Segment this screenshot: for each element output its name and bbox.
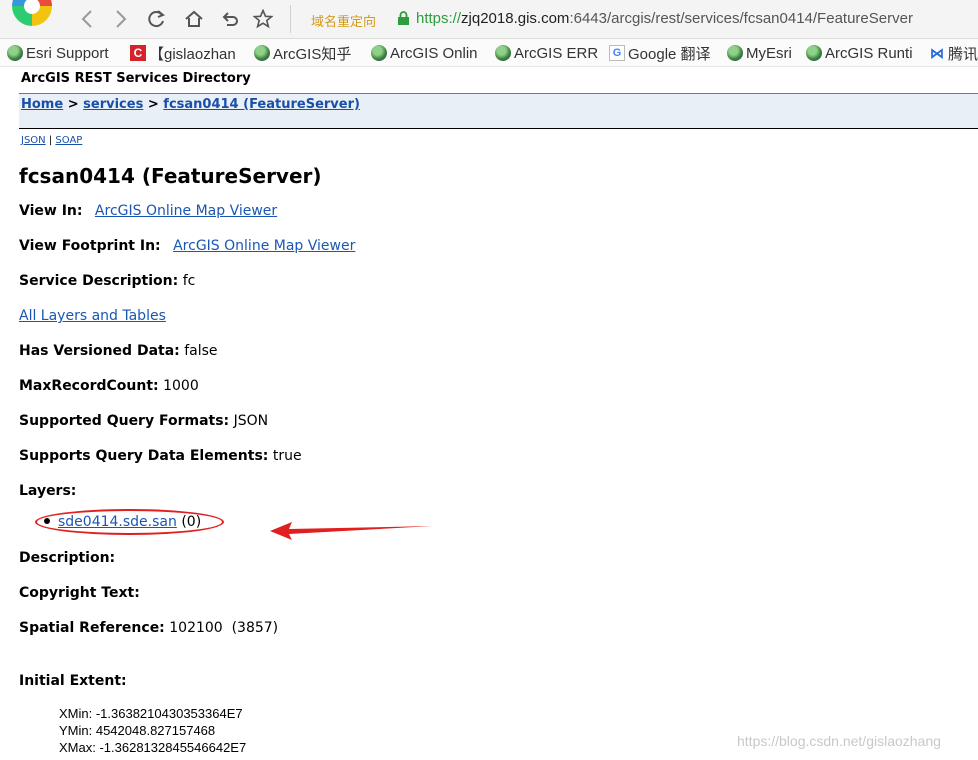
spatial-reference-label: Spatial Reference: [19,620,165,636]
layers-label: Layers: [19,483,77,499]
layer-list-item: sde0414.sde.san (0) [44,514,201,530]
initial-extent-row: Initial Extent: [19,673,127,689]
service-description-label: Service Description: [19,273,179,289]
bookmark-label: Esri Support [26,44,109,62]
url-path: :6443/arcgis/rest/services/fcsan0414/Fea… [569,10,913,27]
lock-icon[interactable] [397,11,410,30]
query-formats-label: Supported Query Formats: [19,413,230,429]
query-formats-row: Supported Query Formats: JSON [19,413,268,429]
spatial-reference-value: 102100 (3857) [169,620,279,636]
breadcrumb: Home > services > fcsan0414 (FeatureServ… [19,93,978,129]
initial-extent-label: Initial Extent: [19,673,127,689]
directory-title: ArcGIS REST Services Directory [21,71,251,86]
description-label: Description: [19,550,116,566]
has-versioned-row: Has Versioned Data: false [19,343,218,359]
bookmark-label: MyEsri [746,44,792,62]
globe-icon [7,45,23,61]
bookmark-label: ArcGIS知乎 [273,45,352,63]
globe-icon [727,45,743,61]
bookmark-label: ArcGIS Onlin [390,44,478,62]
bookmark-arcgis-runtime[interactable]: ArcGIS Runti [806,43,920,63]
csdn-icon: C [130,45,146,61]
bookmark-arcgis-online[interactable]: ArcGIS Onlin [371,43,483,63]
globe-icon [254,45,270,61]
view-footprint-map-viewer-link[interactable]: ArcGIS Online Map Viewer [173,238,355,254]
layer-link[interactable]: sde0414.sde.san [58,514,177,530]
has-versioned-label: Has Versioned Data: [19,343,180,359]
globe-icon [495,45,511,61]
back-icon[interactable] [74,6,100,32]
view-in-map-viewer-link[interactable]: ArcGIS Online Map Viewer [95,203,277,219]
bookmark-label: ArcGIS ERR [514,44,599,62]
globe-icon [806,45,822,61]
breadcrumb-separator: > [147,97,159,112]
forward-icon[interactable] [108,6,134,32]
json-link[interactable]: JSON [21,135,46,146]
breadcrumb-home-link[interactable]: Home [21,97,63,112]
query-elements-row: Supports Query Data Elements: true [19,448,302,464]
view-in-row: View In: ArcGIS Online Map Viewer [19,203,277,219]
url-scheme: https:// [416,10,462,27]
bookmark-gislaozhang[interactable]: C 【gislaozhan [130,43,242,63]
view-footprint-label: View Footprint In: [19,238,161,254]
bookmarks-bar: Esri Support C 【gislaozhan ArcGIS知乎 ArcG… [0,39,978,67]
redirect-label[interactable]: 域名重定向 [311,11,376,30]
soap-link[interactable]: SOAP [55,135,82,146]
bookmark-tencent[interactable]: ⋈ 腾讯 [929,43,978,63]
breadcrumb-current-link[interactable]: fcsan0414 (FeatureServer) [163,97,360,112]
bookmark-arcgis-err[interactable]: ArcGIS ERR [495,43,599,63]
layers-heading-row: Layers: [19,483,76,499]
query-elements-value: true [272,448,302,464]
view-footprint-row: View Footprint In: ArcGIS Online Map Vie… [19,238,355,254]
browser-logo-icon [12,0,52,26]
breadcrumb-separator: > [67,97,79,112]
bookmark-label: 【gislaozhan [149,45,236,63]
bullet-icon [44,518,50,524]
address-bar[interactable]: https://zjq2018.gis.com:6443/arcgis/rest… [416,10,913,27]
spatial-reference-row: Spatial Reference: 102100 (3857) [19,620,278,636]
page-title: fcsan0414 (FeatureServer) [19,164,322,188]
format-links: JSON | SOAP [21,135,82,146]
copyright-row: Copyright Text: [19,585,140,601]
has-versioned-value: false [184,343,218,359]
url-host: zjq2018.gis.com [461,10,570,27]
max-record-label: MaxRecordCount: [19,378,159,394]
all-layers-link[interactable]: All Layers and Tables [19,308,166,324]
format-separator: | [48,135,53,146]
copyright-label: Copyright Text: [19,585,140,601]
home-icon[interactable] [181,6,207,32]
undo-close-tab-icon[interactable] [216,6,242,32]
query-formats-value: JSON [233,413,269,429]
extent-ymin: YMin: 4542048.827157468 [59,723,216,738]
layer-id: (0) [181,514,202,530]
breadcrumb-services-link[interactable]: services [83,97,143,112]
bookmark-label: 腾讯 [948,45,978,63]
all-layers-row: All Layers and Tables [19,308,166,324]
star-icon[interactable] [250,6,276,32]
max-record-value: 1000 [163,378,199,394]
reload-icon[interactable] [143,6,169,32]
max-record-row: MaxRecordCount: 1000 [19,378,199,394]
google-translate-icon: G [609,45,625,61]
extent-xmin: XMin: -1.3638210430353364E7 [59,706,243,721]
annotation-arrow-icon [270,522,433,540]
globe-icon [371,45,387,61]
toolbar-divider [290,5,291,33]
bookmark-label: ArcGIS Runti [825,44,913,62]
watermark: https://blog.csdn.net/gislaozhang [737,733,941,749]
bookmark-label: Google 翻译 [628,45,711,63]
bookmark-arcgis-zhihu[interactable]: ArcGIS知乎 [254,43,360,63]
description-row: Description: [19,550,115,566]
browser-toolbar: 域名重定向 https://zjq2018.gis.com:6443/arcgi… [0,0,978,39]
extent-xmax: XMax: -1.3628132845546642E7 [59,740,247,755]
service-description-row: Service Description: fc [19,273,195,289]
bookmark-google-translate[interactable]: G Google 翻译 [609,43,721,63]
view-in-label: View In: [19,203,83,219]
bookmark-esri-support[interactable]: Esri Support [7,43,119,63]
tencent-icon: ⋈ [930,45,944,61]
service-description-value: fc [182,273,196,289]
query-elements-label: Supports Query Data Elements: [19,448,269,464]
bookmark-myesri[interactable]: MyEsri [727,43,799,63]
